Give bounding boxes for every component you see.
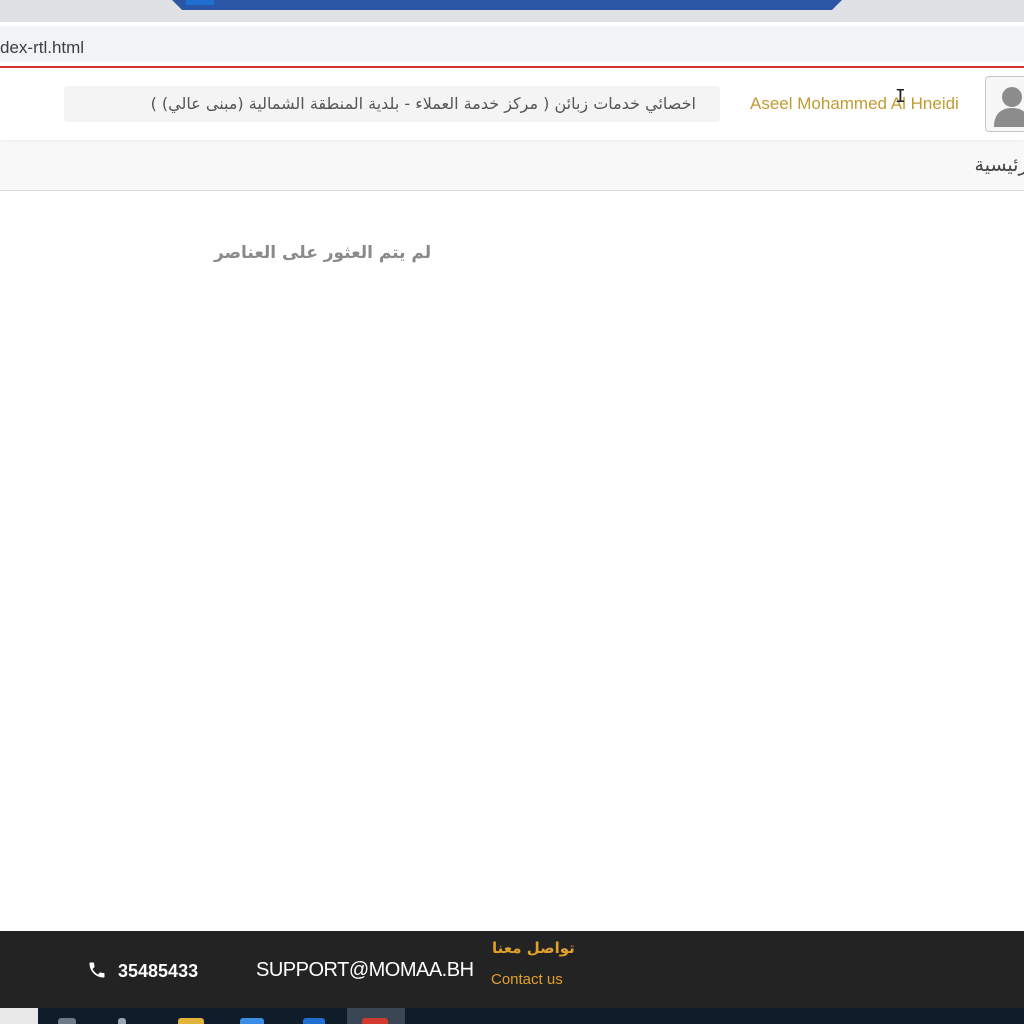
start-button[interactable] (0, 1008, 38, 1024)
job-title: اخصائي خدمات زبائن ( مركز خدمة العملاء -… (150, 94, 696, 113)
chrome-icon[interactable] (362, 1018, 388, 1024)
contact-us-link[interactable]: Contact us (491, 971, 563, 988)
footer: 35485433 SUPPORT@MOMAA.BH تواصل معنا Con… (0, 931, 1024, 1008)
url-input[interactable]: dex-rtl.html (0, 26, 1024, 62)
contact-us-ar-link[interactable]: تواصل معنا (492, 939, 575, 957)
taskbar (0, 1008, 1024, 1024)
app-header: اخصائي خدمات زبائن ( مركز خدمة العملاء -… (0, 68, 1024, 140)
avatar[interactable] (985, 76, 1024, 132)
browser-window: dex-rtl.html اخصائي خدمات زبائن ( مركز خ… (0, 0, 1024, 1024)
navbar: الرئيسية (0, 142, 1024, 191)
address-bar: dex-rtl.html (0, 22, 1024, 66)
store-icon[interactable] (240, 1018, 264, 1024)
phone-icon (89, 962, 105, 978)
text-cursor-icon: I (895, 86, 906, 107)
support-phone[interactable]: 35485433 (118, 961, 198, 982)
task-view-icon[interactable] (118, 1018, 126, 1024)
user-name[interactable]: Aseel Mohammed Al Hneidi (750, 94, 959, 114)
tab-strip (0, 0, 1024, 22)
nav-item-home[interactable]: الرئيسية (975, 154, 1024, 176)
user-icon (994, 87, 1024, 127)
job-title-pill: اخصائي خدمات زبائن ( مركز خدمة العملاء -… (64, 86, 720, 122)
file-explorer-icon[interactable] (178, 1018, 204, 1024)
edge-icon[interactable] (303, 1018, 325, 1024)
empty-state-message: لم يتم العثور على العناصر (214, 243, 432, 263)
support-email[interactable]: SUPPORT@MOMAA.BH (256, 959, 474, 982)
active-tab[interactable] (172, 0, 842, 10)
search-icon[interactable] (58, 1018, 76, 1024)
tab-favicon-icon (186, 0, 214, 5)
url-text[interactable]: dex-rtl.html (0, 38, 84, 58)
